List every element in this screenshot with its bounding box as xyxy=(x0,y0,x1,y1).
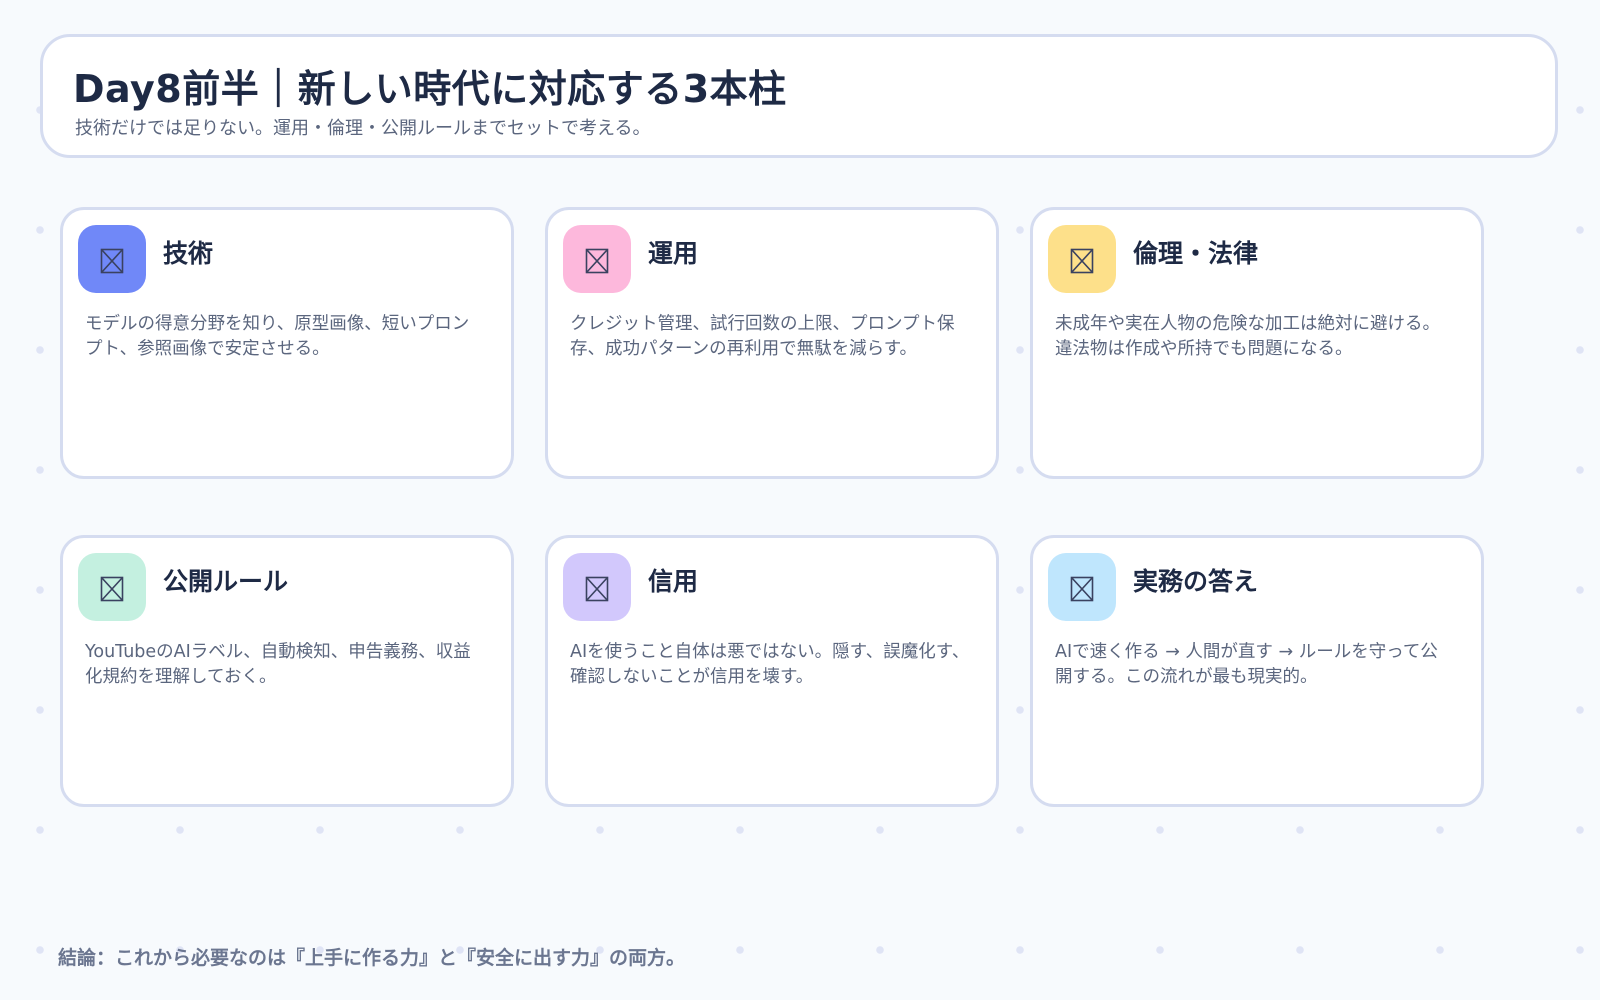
card-description: AIを使うこと自体は悪ではない。隠す、誤魔化す、確認しないことが信用を壊す。 xyxy=(570,642,970,687)
missing-glyph-icon xyxy=(563,553,631,621)
card-practical-answer: 実務の答え AIで速く作る → 人間が直す → ルールを守って公開する。この流れ… xyxy=(1030,535,1484,807)
card-title: 運用 xyxy=(648,239,699,268)
card-ethics-law: 倫理・法律 未成年や実在人物の危険な加工は絶対に避ける。違法物は作成や所持でも問… xyxy=(1030,207,1484,479)
card-trust: 信用 AIを使うこと自体は悪ではない。隠す、誤魔化す、確認しないことが信用を壊す… xyxy=(545,535,999,807)
missing-glyph-icon xyxy=(563,225,631,293)
card-publishing-rules: 公開ルール YouTubeのAIラベル、自動検知、申告義務、収益化規約を理解して… xyxy=(60,535,514,807)
card-title: 技術 xyxy=(163,239,214,268)
card-title: 公開ルール xyxy=(163,567,289,596)
missing-glyph-icon xyxy=(1048,553,1116,621)
page-subtitle: 技術だけでは足りない。運用・倫理・公開ルールまでセットで考える。 xyxy=(75,118,651,139)
header-panel: Day8前半｜新しい時代に対応する3本柱 技術だけでは足りない。運用・倫理・公開… xyxy=(40,34,1558,158)
card-description: YouTubeのAIラベル、自動検知、申告義務、収益化規約を理解しておく。 xyxy=(85,642,471,687)
card-title: 倫理・法律 xyxy=(1133,239,1259,268)
card-description: AIで速く作る → 人間が直す → ルールを守って公開する。この流れが最も現実的… xyxy=(1055,642,1438,687)
missing-glyph-icon xyxy=(1048,225,1116,293)
card-title: 信用 xyxy=(648,567,699,596)
card-operations: 運用 クレジット管理、試行回数の上限、プロンプト保存、成功パターンの再利用で無駄… xyxy=(545,207,999,479)
conclusion-text: 結論：これから必要なのは『上手に作る力』と『安全に出す力』の両方。 xyxy=(58,947,686,969)
missing-glyph-icon xyxy=(78,553,146,621)
card-title: 実務の答え xyxy=(1133,567,1259,596)
page-title: Day8前半｜新しい時代に対応する3本柱 xyxy=(73,67,787,111)
missing-glyph-icon xyxy=(78,225,146,293)
card-description: モデルの得意分野を知り、原型画像、短いプロンプト、参照画像で安定させる。 xyxy=(85,314,470,359)
card-technology: 技術 モデルの得意分野を知り、原型画像、短いプロンプト、参照画像で安定させる。 xyxy=(60,207,514,479)
card-description: 未成年や実在人物の危険な加工は絶対に避ける。違法物は作成や所持でも問題になる。 xyxy=(1055,314,1440,359)
card-description: クレジット管理、試行回数の上限、プロンプト保存、成功パターンの再利用で無駄を減ら… xyxy=(570,314,955,359)
